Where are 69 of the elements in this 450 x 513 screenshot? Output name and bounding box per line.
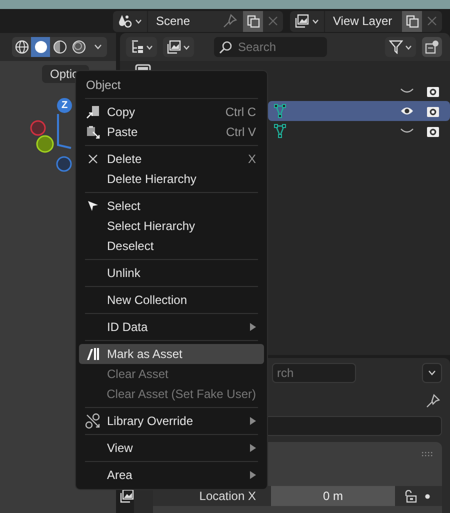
z-axis-label[interactable]: Z [57, 98, 72, 113]
location-x-label: Location X [198, 489, 256, 503]
image-stack-icon [167, 40, 181, 54]
search-field[interactable]: rch [272, 363, 356, 383]
eye-icon[interactable] [400, 106, 414, 116]
shortcut-label: X [248, 152, 256, 166]
menu-item[interactable]: Select [79, 196, 264, 216]
duplicate-button[interactable] [402, 10, 422, 32]
menu-item[interactable]: Mark as Asset [79, 344, 264, 364]
close-icon[interactable] [427, 16, 437, 26]
close-icon[interactable] [268, 16, 278, 26]
menu-item[interactable]: Paste Ctrl V [79, 122, 264, 142]
books-icon [86, 347, 100, 361]
search-field[interactable]: Search [214, 37, 327, 57]
caret-icon [428, 370, 436, 376]
menu-item[interactable]: Delete X [79, 149, 264, 169]
camera-icon[interactable] [426, 84, 440, 98]
drag-handle-icon[interactable] [422, 452, 434, 456]
outliner-row[interactable] [268, 101, 450, 121]
eye-closed-icon[interactable] [400, 88, 414, 94]
menu-item[interactable]: Copy Ctrl C [79, 102, 264, 122]
collection-icon [135, 64, 151, 70]
camera-icon[interactable] [426, 124, 440, 138]
cursor-icon [87, 200, 99, 212]
menu-item[interactable]: ID Data [79, 317, 264, 337]
duplicate-button[interactable] [243, 10, 263, 32]
paste-icon [86, 125, 100, 139]
broken-link-icon [85, 413, 101, 429]
caret-icon [183, 44, 190, 50]
camera-icon[interactable] [426, 104, 440, 118]
image-stack-icon [295, 14, 309, 28]
lock-icon[interactable] [403, 490, 417, 502]
menu-item[interactable]: Select Hierarchy [79, 216, 264, 236]
shortcut-label: Ctrl C [225, 105, 256, 119]
caret-icon [312, 18, 319, 24]
caret-icon [135, 18, 142, 24]
scene-icon [118, 14, 132, 28]
options-dropdown[interactable] [422, 363, 442, 383]
mesh-icon [274, 124, 286, 138]
menu-item[interactable]: Unlink [79, 263, 264, 283]
filter-dropdown[interactable] [385, 37, 416, 57]
view-layer-dropdown[interactable] [163, 37, 194, 57]
keyframe-dot-icon[interactable] [425, 494, 430, 498]
display-mode-dropdown[interactable] [126, 37, 157, 57]
menu-item[interactable]: Deselect [79, 236, 264, 256]
eye-closed-icon[interactable] [400, 128, 414, 134]
pin-icon[interactable] [426, 394, 440, 408]
caret-icon [146, 44, 153, 50]
location-x-field[interactable]: 0 m [271, 486, 395, 506]
list-tree-icon [130, 40, 144, 54]
shortcut-label: Ctrl V [226, 125, 256, 139]
copy-icon [86, 105, 100, 119]
axis-gizmo-drawing[interactable] [30, 114, 72, 172]
close-icon [88, 154, 98, 164]
image-stack-icon[interactable] [120, 489, 134, 503]
menu-item[interactable]: View [79, 438, 264, 458]
menu-item[interactable]: New Collection [79, 290, 264, 310]
caret-icon [405, 44, 412, 50]
pin-icon[interactable] [223, 14, 237, 28]
new-collection-button[interactable] [422, 37, 442, 57]
filter-icon [389, 40, 403, 54]
menu-item[interactable]: Library Override [79, 411, 264, 431]
new-collection-icon [425, 40, 439, 54]
caret-icon [94, 44, 102, 50]
menu-item[interactable]: Delete Hierarchy [79, 169, 264, 189]
search-icon [219, 40, 232, 54]
menu-item[interactable]: Area [79, 465, 264, 485]
mesh-icon [274, 104, 286, 118]
shading-mode-button[interactable] [31, 37, 50, 57]
